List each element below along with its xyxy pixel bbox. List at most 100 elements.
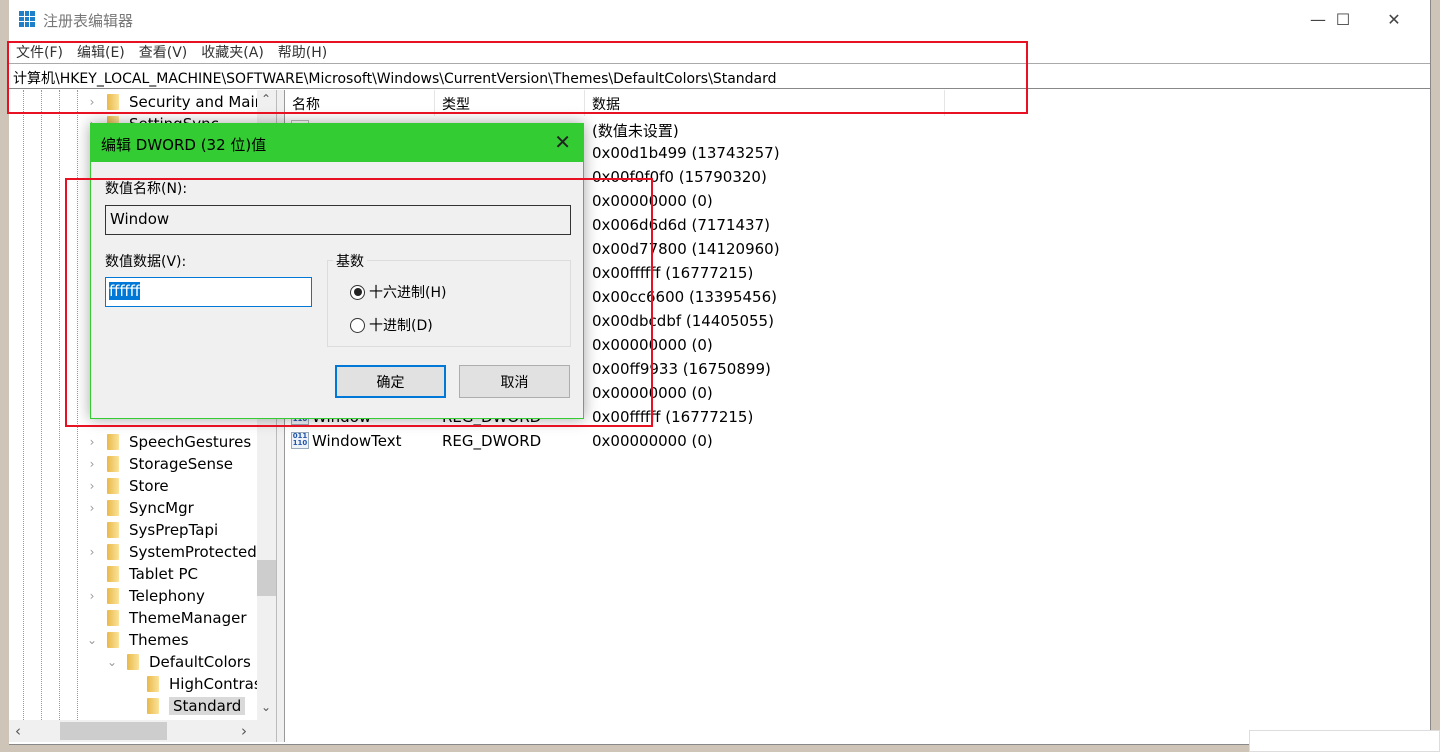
dword-value-icon: 011110: [291, 432, 309, 449]
folder-icon: [127, 654, 139, 670]
value-data: 0x00ffffff (16777215): [592, 264, 754, 282]
value-name-label: 数值名称(N):: [105, 181, 188, 197]
folder-icon: [107, 544, 119, 560]
window-title: 注册表编辑器: [43, 12, 134, 30]
radio-decimal-label: 十进制(D): [369, 318, 433, 334]
regedit-app-icon: [19, 11, 35, 27]
tree-item-label: SyncMgr: [129, 499, 194, 517]
address-bar[interactable]: 计算机\HKEY_LOCAL_MACHINE\SOFTWARE\Microsof…: [9, 63, 1430, 89]
folder-icon: [107, 434, 119, 450]
value-row[interactable]: 011 110 WindowText REG_DWORD 0x00000000 (0): [285, 429, 985, 453]
value-data: 0x00000000 (0): [592, 432, 713, 450]
folder-icon: [147, 698, 159, 714]
selected-text: ffffff: [109, 282, 141, 300]
folder-icon: [107, 588, 119, 604]
tree-item[interactable]: › Telephony: [85, 585, 205, 607]
close-button[interactable]: ✕: [1371, 0, 1417, 38]
chevron-down-icon[interactable]: ⌄: [85, 633, 99, 647]
chevron-right-icon[interactable]: ›: [85, 435, 99, 449]
column-header-type[interactable]: 类型: [435, 90, 585, 116]
menu-help[interactable]: 帮助(H): [271, 40, 334, 62]
value-data: 0x00000000 (0): [592, 384, 713, 402]
tree-item[interactable]: Standard: [125, 695, 246, 717]
tree-item[interactable]: › Security and Main: [85, 91, 265, 113]
scroll-down-icon[interactable]: ⌄: [261, 700, 271, 714]
tree-item[interactable]: ⌄ Themes: [85, 629, 189, 651]
chevron-right-icon[interactable]: ›: [85, 457, 99, 471]
chevron-right-icon[interactable]: ›: [85, 545, 99, 559]
radio-decimal[interactable]: 十进制(D): [350, 315, 433, 335]
folder-icon: [107, 610, 119, 626]
tree-item[interactable]: › Store: [85, 475, 169, 497]
menu-file[interactable]: 文件(F): [9, 40, 70, 62]
tree-item-label: SpeechGestures: [129, 433, 252, 451]
tree-item-label: StorageSense: [129, 455, 233, 473]
folder-icon: [107, 632, 119, 648]
tree-item-label: Telephony: [129, 587, 205, 605]
value-data-label: 数值数据(V):: [105, 254, 187, 270]
tree-item-label: SysPrepTapi: [129, 521, 219, 539]
dialog-close-button[interactable]: ✕: [554, 130, 571, 154]
tree-item-label: Standard: [169, 697, 246, 715]
folder-icon: [107, 500, 119, 516]
value-data-input[interactable]: ffffff: [105, 277, 312, 307]
value-data: (数值未设置): [592, 122, 679, 140]
folder-icon: [107, 94, 119, 110]
value-data: 0x00000000 (0): [592, 192, 713, 210]
value-data: 0x00d1b499 (13743257): [592, 144, 780, 162]
value-data: 0x00d77800 (14120960): [592, 240, 780, 258]
tree-item[interactable]: HighContras: [125, 673, 262, 695]
tree-item[interactable]: › SyncMgr: [85, 497, 194, 519]
folder-icon: [107, 566, 119, 582]
tree-item-label: Security and Main: [129, 93, 265, 111]
radio-hex-label: 十六进制(H): [369, 285, 447, 301]
scroll-left-icon[interactable]: ‹: [15, 722, 21, 740]
edit-dword-dialog: 编辑 DWORD (32 位)值 ✕ 数值名称(N): Window 数值数据(…: [90, 123, 584, 419]
title-bar: 注册表编辑器 — ☐ ✕: [9, 0, 1431, 38]
menu-bar: 文件(F) 编辑(E) 查看(V) 收藏夹(A) 帮助(H): [9, 40, 334, 62]
tree-item-label: Tablet PC: [129, 565, 198, 583]
chevron-right-icon[interactable]: ›: [85, 501, 99, 515]
dialog-title: 编辑 DWORD (32 位)值: [91, 124, 583, 162]
value-data: 0x00000000 (0): [592, 336, 713, 354]
tree-item[interactable]: › StorageSense: [85, 453, 233, 475]
tree-horizontal-scrollbar[interactable]: ‹ ›: [9, 720, 276, 742]
tree-item-label: SystemProtectedU: [129, 543, 268, 561]
menu-favorites[interactable]: 收藏夹(A): [194, 40, 271, 62]
tree-item[interactable]: SysPrepTapi: [85, 519, 218, 541]
ok-button[interactable]: 确定: [335, 365, 446, 398]
tree-item-label: DefaultColors: [149, 653, 251, 671]
tree-item[interactable]: › SpeechGestures: [85, 431, 252, 453]
menu-edit[interactable]: 编辑(E): [70, 40, 132, 62]
tree-item[interactable]: › SystemProtectedU: [85, 541, 268, 563]
column-header-name[interactable]: 名称: [285, 90, 435, 116]
scroll-right-icon[interactable]: ›: [241, 722, 247, 740]
value-name-field[interactable]: Window: [105, 205, 571, 235]
scroll-thumb[interactable]: [257, 560, 276, 596]
chevron-right-icon[interactable]: ›: [85, 589, 99, 603]
cancel-button[interactable]: 取消: [459, 365, 570, 398]
tree-item[interactable]: ⌄ DefaultColors: [105, 651, 251, 673]
value-data: 0x00ffffff (16777215): [592, 408, 754, 426]
value-data: 0x00cc6600 (13395456): [592, 288, 777, 306]
tree-item[interactable]: ThemeManager: [85, 607, 247, 629]
scroll-thumb[interactable]: [60, 722, 167, 740]
value-type: REG_DWORD: [442, 432, 542, 450]
chevron-right-icon[interactable]: ›: [85, 95, 99, 109]
column-header-data[interactable]: 数据: [585, 90, 945, 116]
maximize-button[interactable]: ☐: [1320, 0, 1366, 38]
background-window: [1249, 730, 1440, 752]
value-name: WindowText: [312, 432, 402, 450]
radio-hex[interactable]: 十六进制(H): [350, 282, 446, 302]
folder-icon: [107, 456, 119, 472]
tree-item[interactable]: Tablet PC: [85, 563, 198, 585]
folder-icon: [107, 478, 119, 494]
tree-item-label: Themes: [129, 631, 189, 649]
chevron-right-icon[interactable]: ›: [85, 479, 99, 493]
base-group-label: 基数: [333, 251, 367, 271]
menu-view[interactable]: 查看(V): [132, 40, 195, 62]
value-data: 0x00dbcdbf (14405055): [592, 312, 774, 330]
scroll-up-icon[interactable]: ⌃: [261, 92, 271, 106]
value-data: 0x006d6d6d (7171437): [592, 216, 770, 234]
chevron-down-icon[interactable]: ⌄: [105, 655, 119, 669]
